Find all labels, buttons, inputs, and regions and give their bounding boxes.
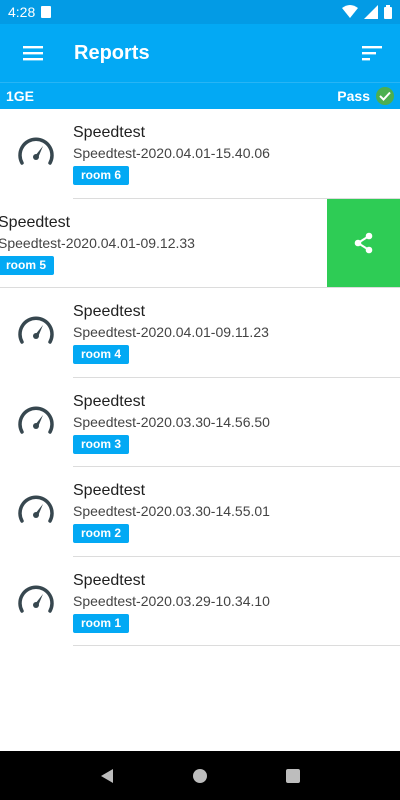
report-row[interactable]: Speedtest Speedtest-2020.03.30-14.56.50 … (0, 378, 400, 467)
report-name: Speedtest-2020.03.29-10.34.10 (73, 592, 270, 609)
share-action-button[interactable] (327, 198, 400, 288)
sort-icon (362, 46, 382, 61)
signal-icon (364, 5, 378, 19)
status-time: 4:28 (8, 4, 36, 20)
report-row-swiped[interactable]: Speedtest Speedtest-2020.04.01-09.12.33 … (0, 198, 400, 288)
pass-label: Pass (337, 88, 370, 104)
report-name: Speedtest-2020.03.30-14.56.50 (73, 413, 270, 430)
room-badge: room 4 (73, 345, 130, 364)
report-title: Speedtest (73, 303, 146, 320)
sort-button[interactable] (344, 24, 400, 82)
report-name: Speedtest-2020.04.01-15.40.06 (73, 145, 270, 161)
speedometer-icon (18, 137, 54, 165)
report-text: Speedtest Speedtest-2020.03.30-14.55.01 … (73, 481, 270, 543)
speedometer-icon (18, 316, 54, 344)
room-badge: room 6 (73, 166, 130, 185)
page-title: Reports (74, 41, 150, 64)
network-label: 1GE (6, 88, 35, 104)
report-text: Speedtest Speedtest-2020.03.30-14.56.50 … (73, 392, 270, 454)
report-name: Speedtest-2020.04.01-09.12.33 (0, 234, 195, 251)
report-title: Speedtest (0, 213, 71, 231)
app-bar: Reports (0, 24, 400, 82)
room-badge: room 1 (73, 613, 130, 633)
report-row[interactable]: Speedtest Speedtest-2020.03.30-14.55.01 … (0, 467, 400, 557)
report-row[interactable]: Speedtest Speedtest-2020.03.29-10.34.10 … (0, 557, 400, 646)
status-icons (342, 5, 392, 19)
system-nav-bar (0, 751, 400, 800)
report-title: Speedtest (73, 571, 146, 589)
pass-status: Pass (337, 87, 394, 105)
report-title: Speedtest (73, 482, 146, 499)
battery-icon (384, 5, 392, 19)
room-badge: room 3 (73, 434, 130, 454)
wifi-icon (342, 5, 358, 18)
speedometer-icon (18, 406, 54, 434)
sd-card-icon (41, 6, 52, 18)
speedometer-icon (18, 495, 54, 523)
back-icon[interactable] (99, 768, 115, 784)
report-text: Speedtest Speedtest-2020.04.01-09.12.33 … (0, 213, 195, 275)
menu-button[interactable] (0, 24, 66, 82)
divider (73, 645, 400, 646)
share-icon (354, 232, 372, 254)
room-badge: room 2 (73, 524, 130, 543)
report-text: Speedtest Speedtest-2020.04.01-15.40.06 … (73, 123, 270, 185)
network-status-bar: 1GE Pass (0, 82, 400, 109)
report-name: Speedtest-2020.04.01-09.11.23 (73, 324, 269, 340)
report-title: Speedtest (73, 124, 146, 141)
recents-icon[interactable] (285, 768, 301, 784)
report-row[interactable]: Speedtest Speedtest-2020.04.01-15.40.06 … (0, 109, 400, 199)
check-icon (376, 87, 394, 105)
report-title: Speedtest (73, 392, 146, 410)
report-text: Speedtest Speedtest-2020.03.29-10.34.10 … (73, 571, 270, 633)
home-icon[interactable] (192, 768, 208, 784)
hamburger-menu-icon (23, 46, 43, 61)
speedometer-icon (18, 585, 54, 613)
room-badge: room 5 (0, 255, 55, 275)
report-name: Speedtest-2020.03.30-14.55.01 (73, 503, 270, 519)
report-text: Speedtest Speedtest-2020.04.01-09.11.23 … (73, 302, 269, 364)
report-list: Speedtest Speedtest-2020.04.01-15.40.06 … (0, 109, 400, 646)
report-row[interactable]: Speedtest Speedtest-2020.04.01-09.11.23 … (0, 288, 400, 378)
status-bar: 4:28 (0, 0, 400, 24)
